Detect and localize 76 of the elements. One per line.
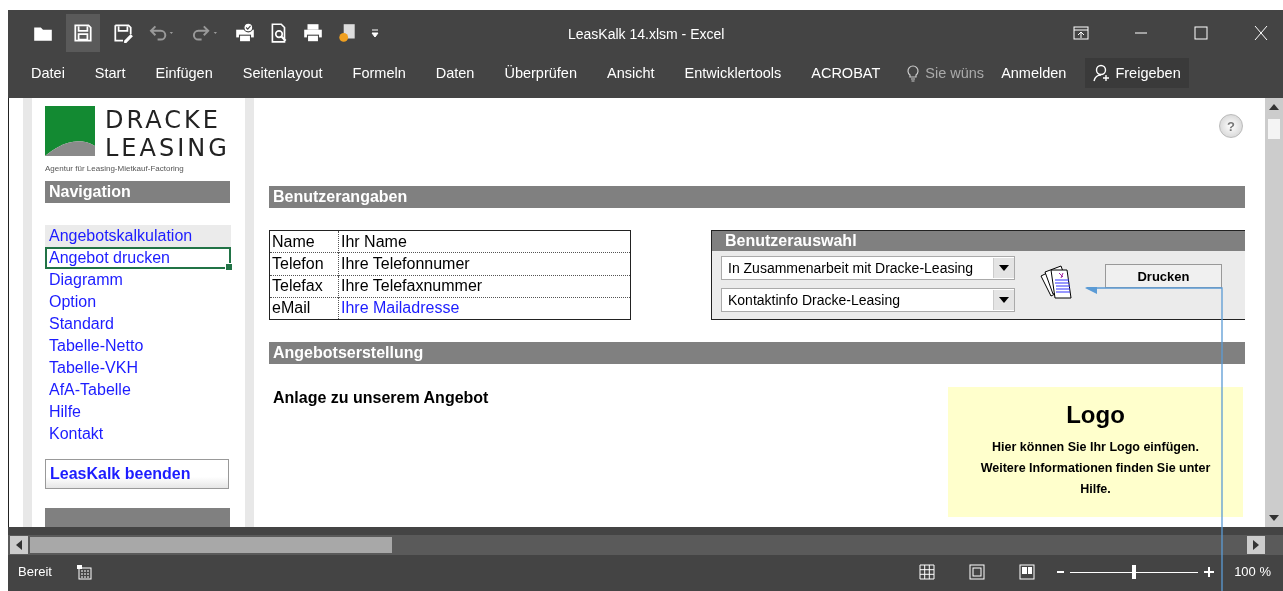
ribbon-tab[interactable]: Ansicht: [592, 58, 670, 87]
section-header: Angebotserstellung: [269, 342, 1245, 364]
print-button[interactable]: Drucken: [1105, 264, 1222, 288]
logo-info-text: Hier können Sie Ihr Logo einfügen. Weitere Informationen finden Sie unter Hilfe.: [979, 439, 1212, 498]
normal-view-icon[interactable]: [919, 563, 936, 580]
lightbulb-icon: [907, 63, 920, 82]
tell-me-field[interactable]: Sie wüns: [925, 64, 985, 81]
ribbon-tab[interactable]: ACROBAT: [796, 58, 896, 87]
navigation-link[interactable]: Angebot drucken: [45, 247, 231, 269]
person-add-icon: [1093, 63, 1112, 82]
table-cell: Name: [269, 230, 339, 253]
ribbon-tab[interactable]: Überprüfen: [489, 58, 592, 87]
ribbon-tab[interactable]: Formeln: [337, 58, 421, 87]
scroll-right-icon[interactable]: [1253, 540, 1259, 550]
logo-text: LEASING: [105, 134, 230, 162]
save-as-icon[interactable]: [112, 21, 134, 44]
ribbon-display-icon[interactable]: [1073, 25, 1089, 40]
navigation-link[interactable]: Tabelle-Netto: [45, 335, 231, 357]
dropdown[interactable]: In Zusammenarbeit mit Dracke-Leasing: [721, 256, 1015, 280]
navigation-link[interactable]: Angebotskalkulation: [45, 225, 231, 247]
caret-icon: [999, 265, 1009, 271]
panel-header: Benutzerauswahl: [712, 231, 1245, 251]
navigation-link[interactable]: Diagramm: [45, 269, 231, 291]
page-break-icon[interactable]: [1019, 563, 1036, 580]
navigation-link[interactable]: Standard: [45, 313, 231, 335]
section-header: Navigation: [45, 181, 230, 203]
ribbon-tab[interactable]: Entwicklertools: [669, 58, 797, 87]
navigation-link[interactable]: Hilfe: [45, 401, 231, 423]
document-badge-icon[interactable]: [336, 21, 358, 44]
section-header: Benutzerangaben: [269, 186, 1245, 208]
scroll-down-icon[interactable]: [1269, 515, 1279, 521]
table-cell: Ihre Telefonnumer: [338, 252, 631, 275]
table-cell: Telefax: [269, 275, 339, 298]
caret-icon: [999, 297, 1009, 303]
ribbon-tab[interactable]: Einfügen: [140, 58, 228, 87]
close-icon[interactable]: [1253, 25, 1269, 40]
ribbon-tab[interactable]: Daten: [420, 58, 490, 87]
page-layout-icon[interactable]: [969, 563, 986, 580]
navigation-link[interactable]: Tabelle-VKH: [45, 357, 231, 379]
navigation-link[interactable]: AfA-Tabelle: [45, 379, 231, 401]
zoom-slider[interactable]: [1132, 564, 1137, 579]
vertical-scrollbar[interactable]: [1265, 98, 1283, 527]
horizontal-scrollbar[interactable]: [8, 535, 1283, 555]
table-cell: eMail: [269, 297, 339, 320]
scroll-thumb[interactable]: [30, 537, 392, 553]
exit-button[interactable]: LeasKalk beenden: [45, 459, 229, 490]
logo-tagline: Agentur für Leasing-Mietkauf-Factoring: [45, 164, 185, 173]
window-title: LeasKalk 14.xlsm - Excel: [568, 26, 725, 42]
table-cell: Ihre Telefaxnummer: [338, 275, 631, 298]
maximize-icon[interactable]: [1193, 25, 1209, 40]
logo-text: DRACKE: [105, 106, 222, 134]
email-link[interactable]: Ihre Mailadresse: [338, 297, 631, 320]
printer-icon[interactable]: [302, 21, 324, 44]
heading: Anlage zu unserem Angebot: [272, 389, 489, 408]
status-text: Bereit: [18, 564, 52, 579]
scroll-left-icon[interactable]: [16, 540, 22, 550]
table-cell: Telefon: [269, 252, 339, 275]
scroll-up-icon[interactable]: [1269, 104, 1279, 110]
share-button[interactable]: Freigeben: [1085, 57, 1189, 88]
navigation-link[interactable]: Kontakt: [45, 423, 231, 445]
table-cell: Ihr Name: [338, 230, 631, 253]
printer-check-icon[interactable]: [234, 21, 256, 44]
navigation-link[interactable]: Option: [45, 291, 231, 313]
zoom-out-button[interactable]: [1057, 570, 1065, 573]
scroll-thumb[interactable]: [1268, 119, 1280, 139]
ribbon-tab[interactable]: Datei: [16, 58, 80, 87]
ribbon-tab[interactable]: Start: [79, 58, 141, 87]
logo-mark-icon: [45, 106, 95, 156]
sign-in-link[interactable]: Anmelden: [986, 58, 1082, 87]
save-icon[interactable]: [72, 21, 94, 44]
zoom-level[interactable]: 100 %: [1234, 564, 1271, 579]
help-button[interactable]: ?: [1219, 114, 1243, 138]
ribbon-tab[interactable]: Seitenlayout: [227, 58, 338, 87]
macro-record-icon[interactable]: [75, 563, 92, 580]
dropdown[interactable]: Kontaktinfo Dracke-Leasing: [721, 288, 1015, 312]
logo-title: Logo: [1066, 401, 1125, 429]
